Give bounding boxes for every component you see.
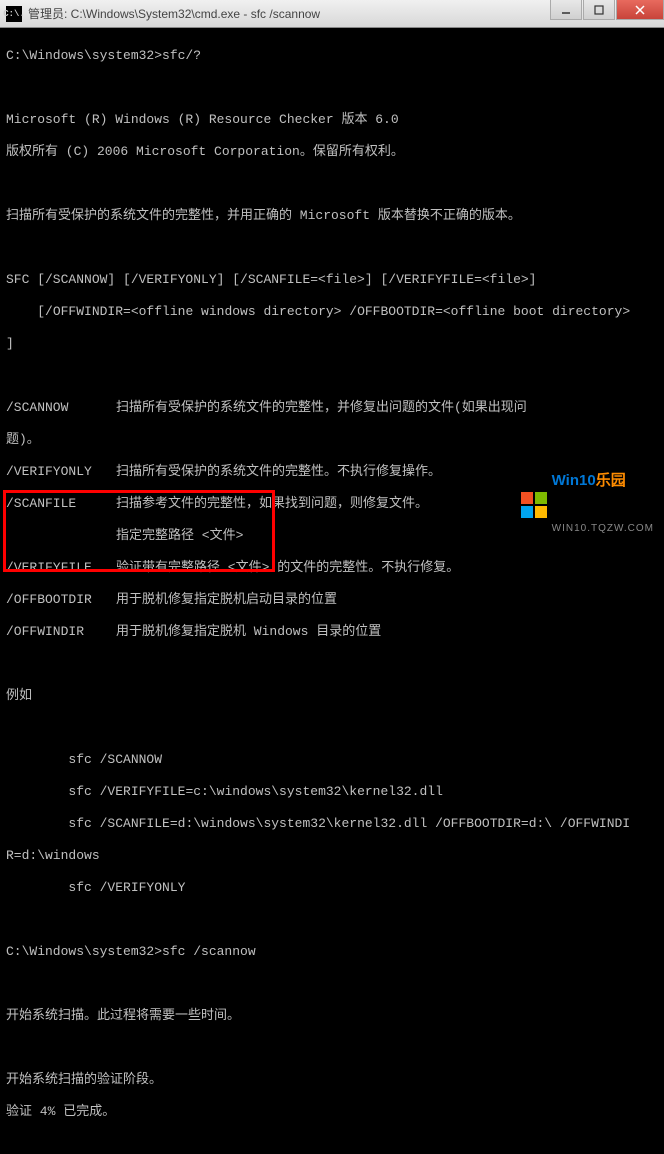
version-line: Microsoft (R) Windows (R) Resource Check… <box>6 112 658 128</box>
window-controls <box>550 0 664 27</box>
option-desc: 用于脱机修复指定脱机启动目录的位置 <box>116 592 337 608</box>
description-line: 扫描所有受保护的系统文件的完整性，并用正确的 Microsoft 版本替换不正确… <box>6 208 658 224</box>
option-row: /OFFBOOTDIR用于脱机修复指定脱机启动目录的位置 <box>6 592 658 608</box>
window-title: 管理员: C:\Windows\System32\cmd.exe - sfc /… <box>28 5 550 22</box>
prompt-line: C:\Windows\system32>sfc /scannow <box>6 944 658 960</box>
windows-logo-icon <box>521 492 547 518</box>
option-name: /OFFBOOTDIR <box>6 592 116 608</box>
cmd-icon: C:\. <box>6 6 22 22</box>
option-row: /SCANNOW扫描所有受保护的系统文件的完整性，并修复出问题的文件(如果出现问 <box>6 400 658 416</box>
example-line: sfc /SCANFILE=d:\windows\system32\kernel… <box>6 816 658 832</box>
watermark-text: Win10乐园 WIN10.TQZW.COM <box>552 441 654 569</box>
blank-line <box>6 656 658 672</box>
example-line: sfc /SCANNOW <box>6 752 658 768</box>
close-button[interactable] <box>616 0 664 20</box>
scan-status-line: 开始系统扫描的验证阶段。 <box>6 1072 658 1088</box>
blank-line <box>6 176 658 192</box>
console-output[interactable]: C:\Windows\system32>sfc/? Microsoft (R) … <box>0 28 664 577</box>
window-titlebar: C:\. 管理员: C:\Windows\System32\cmd.exe - … <box>0 0 664 28</box>
blank-line <box>6 912 658 928</box>
blank-line <box>6 368 658 384</box>
watermark-main-b: 乐园 <box>596 472 626 489</box>
blank-line <box>6 976 658 992</box>
watermark-main-a: Win10 <box>552 472 596 489</box>
minimize-button[interactable] <box>550 0 582 20</box>
syntax-line: SFC [/SCANNOW] [/VERIFYONLY] [/SCANFILE=… <box>6 272 658 288</box>
example-line: sfc /VERIFYFILE=c:\windows\system32\kern… <box>6 784 658 800</box>
syntax-line: ] <box>6 336 658 352</box>
option-desc: 用于脱机修复指定脱机 Windows 目录的位置 <box>116 624 381 640</box>
maximize-button[interactable] <box>583 0 615 20</box>
option-desc: 扫描所有受保护的系统文件的完整性。不执行修复操作。 <box>116 464 441 480</box>
option-desc: 扫描参考文件的完整性，如果找到问题，则修复文件。 <box>116 496 428 512</box>
option-row: /OFFWINDIR用于脱机修复指定脱机 Windows 目录的位置 <box>6 624 658 640</box>
scan-progress-line: 验证 4% 已完成。 <box>6 1104 658 1120</box>
blank-line <box>6 240 658 256</box>
blank-line <box>6 720 658 736</box>
option-name: /VERIFYFILE <box>6 560 116 576</box>
watermark: Win10乐园 WIN10.TQZW.COM <box>521 441 654 569</box>
example-line: R=d:\windows <box>6 848 658 864</box>
blank <box>6 528 116 544</box>
scan-status-line: 开始系统扫描。此过程将需要一些时间。 <box>6 1008 658 1024</box>
blank-line <box>6 80 658 96</box>
option-desc: 扫描所有受保护的系统文件的完整性，并修复出问题的文件(如果出现问 <box>116 400 527 416</box>
example-header: 例如 <box>6 688 658 704</box>
prompt-line: C:\Windows\system32>sfc/? <box>6 48 658 64</box>
copyright-line: 版权所有 (C) 2006 Microsoft Corporation。保留所有… <box>6 144 658 160</box>
blank-line <box>6 1040 658 1056</box>
option-name: /SCANNOW <box>6 400 116 416</box>
syntax-line: [/OFFWINDIR=<offline windows directory> … <box>6 304 658 320</box>
option-name: /OFFWINDIR <box>6 624 116 640</box>
option-desc: 验证带有完整路径 <文件> 的文件的完整性。不执行修复。 <box>116 560 459 576</box>
option-desc: 指定完整路径 <文件> <box>116 528 243 544</box>
watermark-sub: WIN10.TQZW.COM <box>552 521 654 537</box>
option-name: /VERIFYONLY <box>6 464 116 480</box>
example-line: sfc /VERIFYONLY <box>6 880 658 896</box>
option-name: /SCANFILE <box>6 496 116 512</box>
